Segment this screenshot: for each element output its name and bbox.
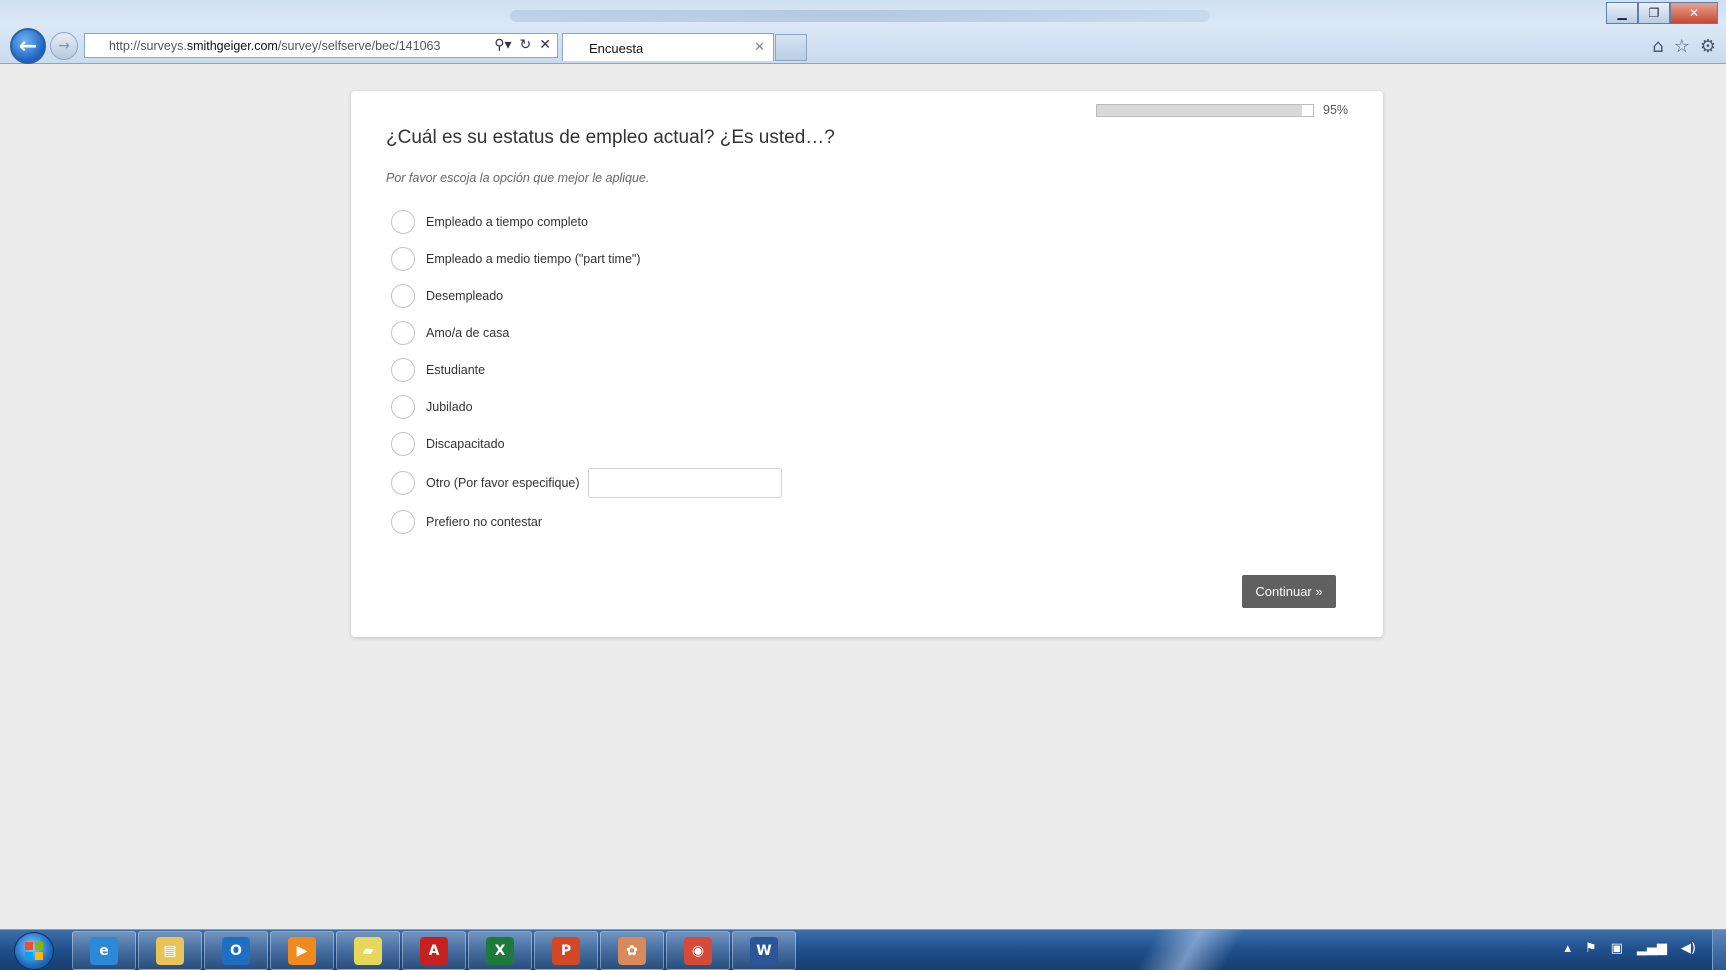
- radio-button[interactable]: [391, 510, 415, 534]
- refresh-icon[interactable]: ↻: [520, 37, 532, 53]
- taskbar-app[interactable]: ◉: [666, 931, 730, 970]
- option-label: Otro (Por favor especifique): [426, 476, 580, 490]
- search-icon[interactable]: ⚲▾: [494, 37, 511, 53]
- taskbar-app[interactable]: ▤: [138, 931, 202, 970]
- question-title: ¿Cuál es su estatus de empleo actual? ¿E…: [386, 127, 835, 148]
- window-title-bar: [510, 10, 1210, 22]
- show-hidden-icon[interactable]: ▴: [1564, 941, 1571, 956]
- taskbar-app[interactable]: A: [402, 931, 466, 970]
- option-unemployed[interactable]: Desempleado: [391, 282, 503, 310]
- media-player-icon: ▶: [288, 936, 316, 965]
- taskbar-app[interactable]: P: [534, 931, 598, 970]
- progress-bar: [1096, 104, 1314, 117]
- progress-text: 95%: [1323, 103, 1349, 117]
- home-icon[interactable]: ⌂: [1652, 36, 1663, 57]
- progress-fill: [1097, 105, 1303, 116]
- adobe-acrobat-icon: A: [420, 936, 448, 965]
- radio-button[interactable]: [391, 395, 415, 419]
- file-explorer-icon: ▤: [156, 936, 184, 965]
- url-prefix: http://surveys.: [109, 38, 187, 53]
- option-homemaker[interactable]: Amo/a de casa: [391, 319, 509, 347]
- taskbar-app[interactable]: X: [468, 931, 532, 970]
- browser-chrome: ▁ ❐ ✕ ← → http://surveys. smithgeiger.com…: [0, 0, 1726, 64]
- internet-explorer-icon: e: [90, 936, 118, 965]
- windows-logo-icon: [25, 942, 43, 960]
- address-bar[interactable]: http://surveys. smithgeiger.com/survey/se…: [84, 33, 558, 58]
- start-button[interactable]: [14, 932, 54, 970]
- paint-icon: ✿: [618, 936, 646, 965]
- address-tools: ⚲▾ ↻ ✕: [494, 37, 551, 53]
- option-label: Amo/a de casa: [426, 326, 510, 340]
- forward-button[interactable]: →: [50, 32, 78, 60]
- option-label: Empleado a tiempo completo: [426, 215, 588, 229]
- powerpoint-icon: P: [552, 936, 580, 965]
- minimize-button[interactable]: ▁: [1606, 2, 1638, 24]
- radio-button[interactable]: [391, 471, 415, 495]
- radio-button[interactable]: [391, 247, 415, 271]
- option-label: Jubilado: [426, 400, 473, 414]
- other-specify-input[interactable]: [587, 468, 782, 498]
- stop-icon[interactable]: ✕: [539, 37, 551, 53]
- option-label: Empleado a medio tiempo ("part time"): [426, 252, 641, 266]
- new-tab-button[interactable]: [775, 34, 807, 61]
- chrome-icon: ◉: [684, 936, 712, 965]
- sticky-notes-icon: ▰: [354, 936, 382, 965]
- flag-icon[interactable]: ⚑: [1585, 941, 1597, 956]
- taskbar-apps: e ▤ O ▶ ▰ A X P ✿ ◉ W: [72, 931, 796, 970]
- star-icon[interactable]: ☆: [1674, 36, 1690, 57]
- gear-icon[interactable]: ⚙: [1700, 36, 1716, 57]
- browser-toolbar-icons: ⌂ ☆ ⚙: [1652, 36, 1716, 57]
- show-desktop-button[interactable]: [1712, 930, 1726, 970]
- taskbar-app[interactable]: ▰: [336, 931, 400, 970]
- excel-icon: X: [486, 936, 514, 965]
- option-other[interactable]: Otro (Por favor especifique): [391, 468, 782, 498]
- option-label: Desempleado: [426, 289, 504, 303]
- tab-close-icon[interactable]: ✕: [754, 40, 765, 55]
- question-instruction: Por favor escoja la opción que mejor le …: [386, 171, 650, 185]
- system-tray: ▴ ⚑ ▣ ▂▄▆ ◀): [1564, 941, 1696, 956]
- radio-button[interactable]: [391, 284, 415, 308]
- outlook-icon: O: [222, 936, 250, 965]
- continue-button[interactable]: Continuar »: [1242, 575, 1336, 608]
- option-disabled[interactable]: Discapacitado: [391, 430, 505, 458]
- taskbar-app[interactable]: O: [204, 931, 268, 970]
- network-icon[interactable]: ▣: [1611, 941, 1623, 956]
- option-part-time[interactable]: Empleado a medio tiempo ("part time"): [391, 245, 641, 273]
- option-label: Discapacitado: [426, 437, 505, 451]
- back-button[interactable]: ←: [10, 28, 46, 64]
- forward-arrow-icon: →: [58, 38, 70, 54]
- word-icon: W: [750, 936, 778, 965]
- taskbar-glare: [1130, 930, 1250, 970]
- taskbar-app[interactable]: W: [732, 931, 796, 970]
- back-arrow-icon: ←: [18, 33, 38, 59]
- url-domain: smithgeiger.com: [186, 38, 278, 53]
- option-student[interactable]: Estudiante: [391, 356, 485, 384]
- tab-title: Encuesta: [589, 41, 644, 56]
- radio-button[interactable]: [391, 432, 415, 456]
- signal-icon[interactable]: ▂▄▆: [1637, 941, 1667, 956]
- radio-button[interactable]: [391, 321, 415, 345]
- radio-button[interactable]: [391, 358, 415, 382]
- tab-encuesta[interactable]: Encuesta ✕: [562, 33, 774, 61]
- taskbar: e ▤ O ▶ ▰ A X P ✿ ◉ W ▴ ⚑ ▣ ▂▄▆ ◀): [0, 929, 1726, 970]
- url-path: /survey/selfserve/bec/141063: [277, 38, 441, 53]
- option-label: Prefiero no contestar: [426, 515, 543, 529]
- taskbar-app[interactable]: ▶: [270, 931, 334, 970]
- option-prefer-not[interactable]: Prefiero no contestar: [391, 508, 542, 536]
- volume-icon[interactable]: ◀): [1681, 941, 1696, 956]
- taskbar-app[interactable]: e: [72, 931, 136, 970]
- radio-button[interactable]: [391, 210, 415, 234]
- close-button[interactable]: ✕: [1670, 2, 1718, 24]
- taskbar-app[interactable]: ✿: [600, 931, 664, 970]
- option-retired[interactable]: Jubilado: [391, 393, 473, 421]
- option-label: Estudiante: [426, 363, 486, 377]
- maximize-button[interactable]: ❐: [1638, 2, 1670, 24]
- option-full-time[interactable]: Empleado a tiempo completo: [391, 208, 588, 236]
- window-controls: ▁ ❐ ✕: [1606, 2, 1718, 24]
- survey-card: 95% ¿Cuál es su estatus de empleo actual…: [351, 91, 1383, 637]
